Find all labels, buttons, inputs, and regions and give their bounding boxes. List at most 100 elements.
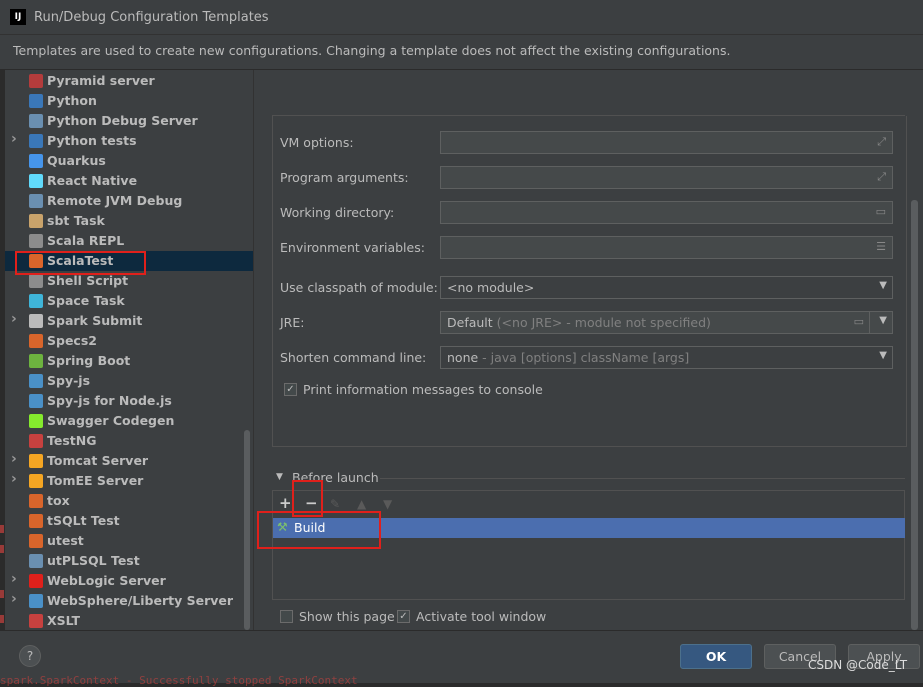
folder-icon[interactable]: ▭ [876,205,886,218]
tree-item[interactable]: Python [5,91,253,111]
print-info-checkbox[interactable]: ✓ [284,383,297,396]
tree-item[interactable]: Specs2 [5,331,253,351]
tree-item-label: Pyramid server [47,73,155,88]
tsqlt-icon [29,514,43,528]
chevron-down-icon[interactable]: ▼ [879,315,887,326]
move-up-button[interactable]: ▲ [357,497,366,511]
chevron-right-icon[interactable]: › [11,471,17,487]
pyramid-icon [29,74,43,88]
tree-item[interactable]: Spring Boot [5,351,253,371]
jre-select[interactable]: Default (<no JRE> - module not specified… [440,311,893,334]
sbt-icon [29,214,43,228]
ok-button[interactable]: OK [680,644,752,669]
tomee-icon [29,474,43,488]
shorten-command-line-value: none [447,350,479,365]
tree-item-label: XSLT [47,613,81,628]
tree-item-label: Space Task [47,293,125,308]
tree-item-label: WebSphere/Liberty Server [47,593,234,608]
vm-options-field[interactable]: ⤢ [440,131,893,154]
tree-item-label: React Native [47,173,138,188]
tree-item[interactable]: Quarkus [5,151,253,171]
window-title: Run/Debug Configuration Templates [34,10,269,25]
tree-item[interactable]: Python Debug Server [5,111,253,131]
move-down-button[interactable]: ▼ [383,497,392,511]
intellij-app-icon: IJ [10,9,26,25]
tree-item[interactable]: Remote JVM Debug [5,191,253,211]
chevron-down-icon[interactable]: ▼ [879,350,887,361]
tree-item[interactable]: sbt Task [5,211,253,231]
help-button[interactable]: ? [19,645,41,667]
websphere-icon [29,594,43,608]
title-bar: IJ Run/Debug Configuration Templates [0,0,923,35]
environment-variables-label: Environment variables: [280,240,425,255]
template-tree[interactable]: Pyramid server Python Python Debug Server ›… [5,70,254,630]
chevron-right-icon[interactable]: › [11,571,17,587]
edit-task-button[interactable]: ✎ [330,497,340,511]
tree-item[interactable]: XSLT [5,611,253,630]
expand-icon[interactable]: ⤢ [877,135,886,149]
folder-icon[interactable]: ▭ [854,315,864,328]
tree-item[interactable]: TestNG [5,431,253,451]
weblogic-icon [29,574,43,588]
specs2-icon [29,334,43,348]
tree-item-label: Spy-js for Node.js [47,393,172,408]
tree-item-label: utest [47,533,84,548]
highlight-scalatest [15,251,146,275]
tree-item-label: Shell Script [47,273,129,288]
scala-repl-icon [29,234,43,248]
working-directory-field[interactable]: ▭ [440,201,893,224]
classpath-module-select[interactable]: <no module> ▼ [440,276,893,299]
right-scrollbar[interactable] [911,200,918,630]
tree-item[interactable]: tSQLt Test [5,511,253,531]
vm-options-label: VM options: [280,135,354,150]
tree-item[interactable]: Scala REPL [5,231,253,251]
background-console-text: spark.SparkContext - Successfully stoppe… [0,674,358,687]
tree-scrollbar[interactable] [244,430,250,630]
add-task-button[interactable]: + [279,494,292,512]
activate-tool-window-label: Activate tool window [416,609,547,624]
tree-item-label: Python Debug Server [47,113,198,128]
tree-item[interactable]: › Python tests [5,131,253,151]
tree-item[interactable]: › WebLogic Server [5,571,253,591]
react-icon [29,174,43,188]
tree-item-label: TomEE Server [47,473,144,488]
chevron-right-icon[interactable]: › [11,131,17,147]
python-debug-icon [29,114,43,128]
python-tests-icon [29,134,43,148]
collapse-arrow-icon[interactable]: ▼ [276,472,283,482]
chevron-right-icon[interactable]: › [11,451,17,467]
quarkus-icon [29,154,43,168]
chevron-right-icon[interactable]: › [11,591,17,607]
tree-item[interactable]: › TomEE Server [5,471,253,491]
tree-item[interactable]: › Tomcat Server [5,451,253,471]
spyjs-node-icon [29,394,43,408]
show-this-page-checkbox[interactable] [280,610,293,623]
tree-item-label: tSQLt Test [47,513,120,528]
tree-item[interactable]: tox [5,491,253,511]
environment-variables-field[interactable]: ☰ [440,236,893,259]
tree-item-label: Python tests [47,133,137,148]
tree-item[interactable]: Spy-js [5,371,253,391]
shorten-command-line-select[interactable]: none - java [options] className [args] ▼ [440,346,893,369]
chevron-down-icon[interactable]: ▼ [879,280,887,291]
print-info-label: Print information messages to console [303,382,543,397]
jre-hint: (<no JRE> - module not specified) [496,315,711,330]
tree-item[interactable]: utPLSQL Test [5,551,253,571]
expand-icon[interactable]: ⤢ [877,170,886,184]
tree-item[interactable]: React Native [5,171,253,191]
highlight-build-task [257,511,381,549]
program-arguments-field[interactable]: ⤢ [440,166,893,189]
tree-item[interactable]: Pyramid server [5,71,253,91]
tree-item[interactable]: › Spark Submit [5,311,253,331]
tree-item[interactable]: Space Task [5,291,253,311]
edit-list-icon[interactable]: ☰ [876,240,886,253]
tree-item-label: Spy-js [47,373,91,388]
tree-item[interactable]: Spy-js for Node.js [5,391,253,411]
chevron-right-icon[interactable]: › [11,311,17,327]
tree-item[interactable]: Swagger Codegen [5,411,253,431]
tree-item-label: Scala REPL [47,233,125,248]
classpath-module-value: <no module> [447,280,535,295]
tree-item[interactable]: › WebSphere/Liberty Server [5,591,253,611]
tree-item[interactable]: utest [5,531,253,551]
activate-tool-window-checkbox[interactable]: ✓ [397,610,410,623]
